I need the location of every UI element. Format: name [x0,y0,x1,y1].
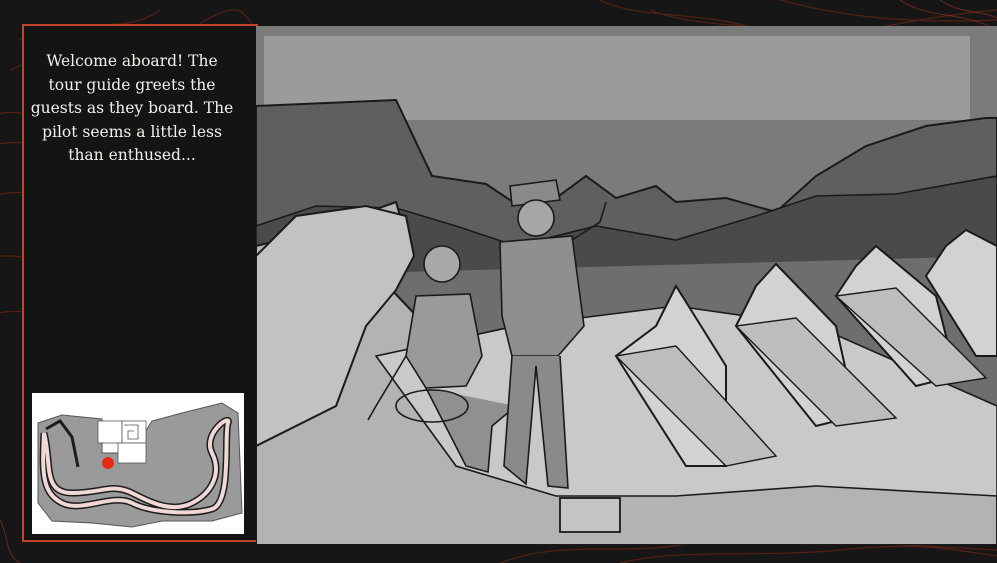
storyboard-scene [256,26,997,545]
minimap-drawing [37,402,243,528]
minimap-position-marker [102,457,114,469]
minimap [32,393,244,534]
story-caption: Welcome aboard! The tour guide greets th… [30,52,234,164]
scene-illustration [256,26,997,545]
